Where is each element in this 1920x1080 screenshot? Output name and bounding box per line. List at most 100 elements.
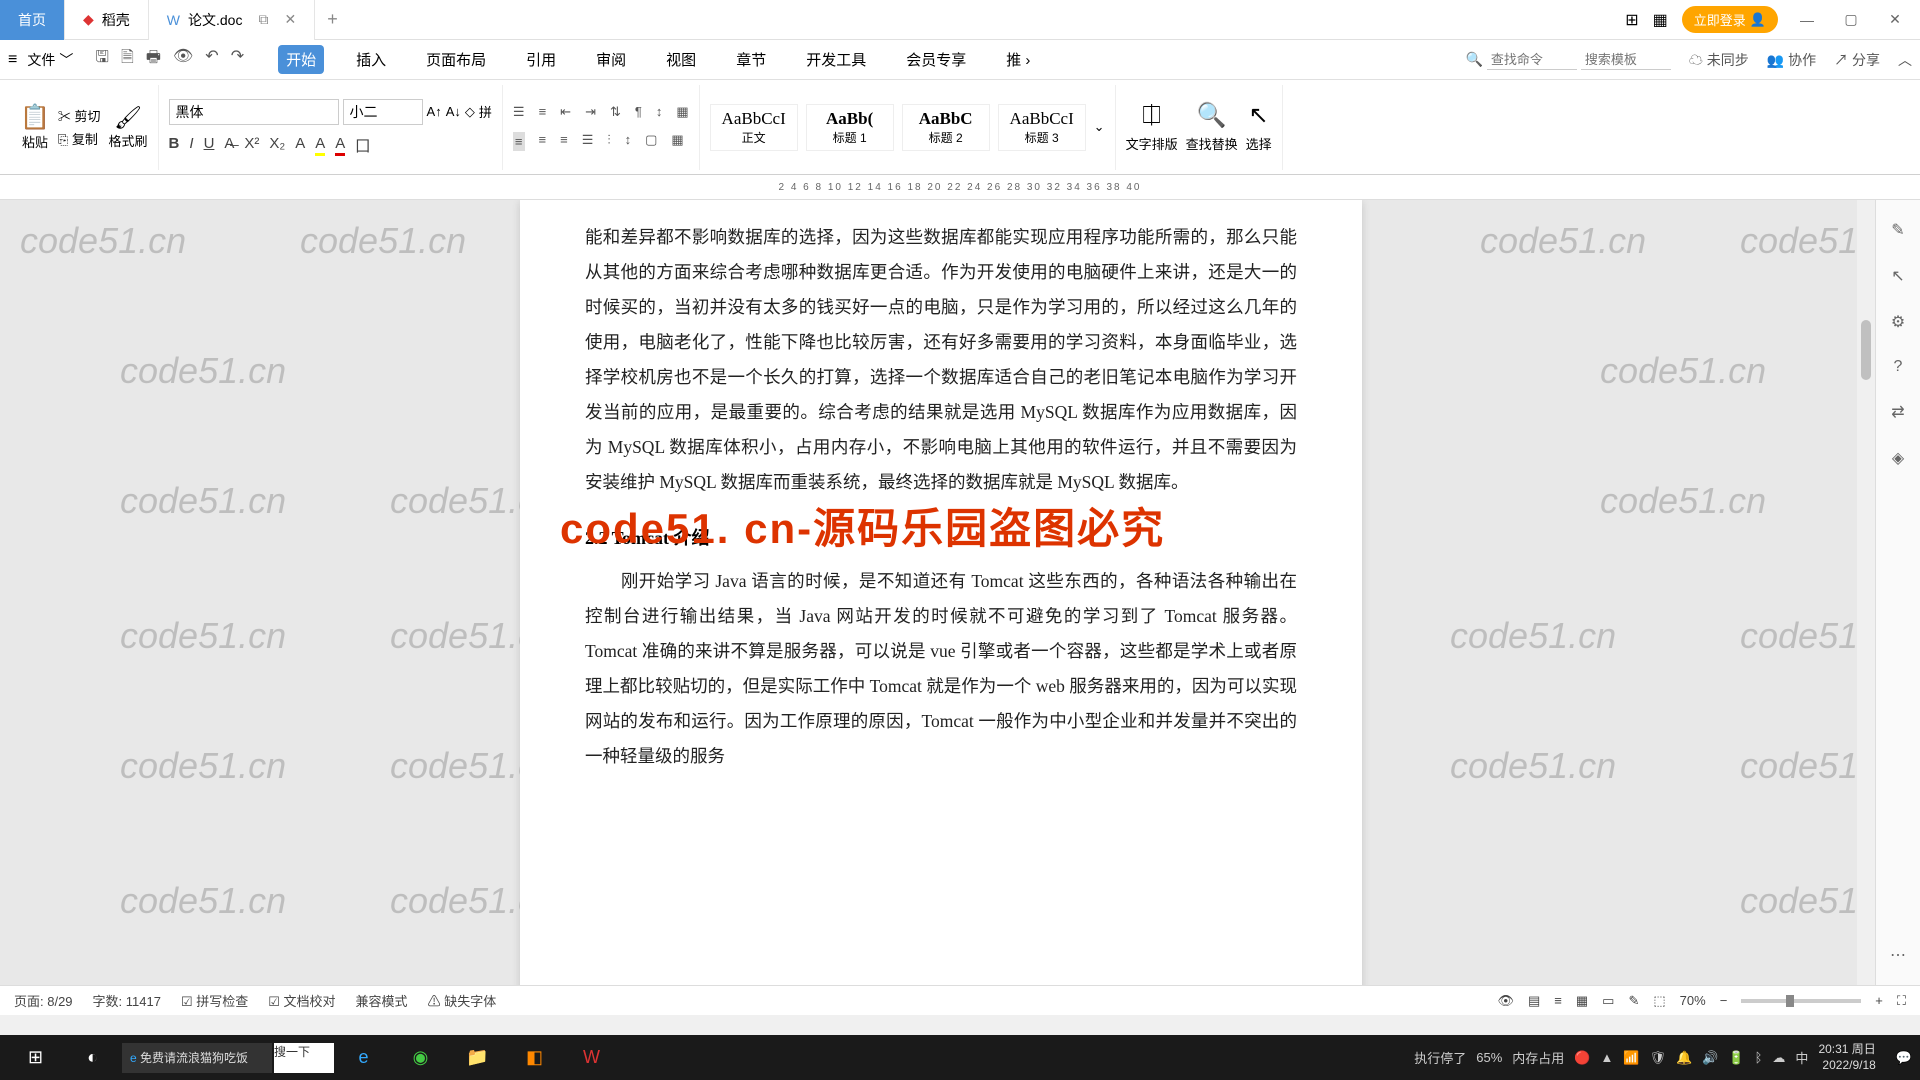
more-dots-icon[interactable]: ⋯ <box>1890 945 1906 965</box>
font-name-select[interactable]: 黑体 <box>169 99 339 125</box>
styles-expand-icon[interactable]: ⌄ <box>1094 119 1105 135</box>
grid-icon[interactable]: ⊞ <box>1625 10 1638 30</box>
zoom-slider[interactable] <box>1741 999 1861 1003</box>
pointer-icon[interactable]: ↖ <box>1891 266 1904 286</box>
fullscreen-icon[interactable]: ⛶ <box>1897 993 1906 1009</box>
indent-icon[interactable]: ⇥ <box>585 104 596 120</box>
wps-icon[interactable]: W <box>564 1035 619 1080</box>
zoom-out[interactable]: − <box>1720 993 1728 1008</box>
cortana-icon[interactable]: ◐ <box>65 1035 120 1080</box>
tray-bluetooth-icon[interactable]: ᛒ <box>1755 1050 1763 1065</box>
menu-tab-more[interactable]: 推 › <box>998 45 1038 74</box>
collapse-ribbon-icon[interactable]: ︿ <box>1898 50 1912 70</box>
style-heading2[interactable]: AaBbC标题 2 <box>902 104 990 151</box>
fit-width-icon[interactable]: ⬚ <box>1653 993 1665 1009</box>
number-list-icon[interactable]: ≡ <box>539 104 547 120</box>
format-painter-button[interactable]: 🖌格式刷 <box>109 105 148 150</box>
close-tab-icon[interactable]: ✕ <box>284 11 296 28</box>
sync-status[interactable]: ☁ 未同步 <box>1689 50 1749 70</box>
file-menu[interactable]: 文件﹀ <box>19 50 81 70</box>
spell-check[interactable]: ☑ 拼写检查 <box>181 991 248 1010</box>
align-left-icon[interactable]: ≡ <box>513 132 525 151</box>
login-button[interactable]: 立即登录 👤 <box>1682 6 1778 33</box>
menu-tab-member[interactable]: 会员专享 <box>898 45 974 74</box>
maximize-button[interactable]: ▢ <box>1836 11 1866 28</box>
superscript-button[interactable]: X² <box>244 135 259 156</box>
menu-tab-start[interactable]: 开始 <box>278 45 324 74</box>
app-icon[interactable]: ◧ <box>507 1035 562 1080</box>
font-size-select[interactable]: 小二 <box>343 99 423 125</box>
bold-button[interactable]: B <box>169 135 180 156</box>
select-button[interactable]: ↖选择 <box>1246 101 1272 153</box>
tray-icon[interactable]: 🔋 <box>1728 1050 1744 1066</box>
zoom-value[interactable]: 70% <box>1680 993 1706 1008</box>
tab-daoke[interactable]: ◆ 稻壳 <box>65 0 149 40</box>
text-layout-button[interactable]: ⎅文字排版 <box>1126 102 1178 153</box>
eye-icon[interactable]: 👁 <box>1497 993 1514 1009</box>
shrink-font-icon[interactable]: A↓ <box>446 104 461 119</box>
style-heading3[interactable]: AaBbCcI标题 3 <box>998 104 1086 151</box>
paragraph[interactable]: 刚开始学习 Java 语言的时候，是不知道还有 Tomcat 这些东西的，各种语… <box>585 564 1297 774</box>
tray-stopped[interactable]: 执行停了 <box>1414 1048 1466 1067</box>
underline-button[interactable]: U <box>204 135 215 156</box>
translate-icon[interactable]: ⇄ <box>1891 402 1904 422</box>
phonetic-icon[interactable]: 拼 <box>479 102 492 121</box>
shading-icon[interactable]: ▢ <box>645 132 657 151</box>
save-icon[interactable]: 🖫 <box>95 46 109 73</box>
align-right-icon[interactable]: ≡ <box>560 132 568 151</box>
tab-add[interactable]: + <box>315 9 350 30</box>
hamburger-icon[interactable]: ≡ <box>8 51 17 69</box>
taskbar-clock[interactable]: 20:31 周日 2022/9/18 <box>1818 1042 1885 1073</box>
para-mark-icon[interactable]: ¶ <box>635 104 642 120</box>
paragraph[interactable]: 能和差异都不影响数据库的选择，因为这些数据库都能实现应用程序功能所需的，那么只能… <box>585 220 1297 500</box>
zoom-in[interactable]: + <box>1875 993 1883 1008</box>
italic-button[interactable]: I <box>189 135 193 156</box>
tray-ime-icon[interactable]: 中 <box>1795 1048 1808 1067</box>
print-icon[interactable]: 🖶 <box>146 46 161 73</box>
start-button[interactable]: ⊞ <box>8 1035 63 1080</box>
tray-icon[interactable]: ☁ <box>1772 1050 1785 1066</box>
borders-icon[interactable]: ▦ <box>671 132 683 151</box>
document-canvas[interactable]: code51.cn code51.cn code51.cn code51.cn … <box>0 200 1920 985</box>
align-center-icon[interactable]: ≡ <box>539 132 547 151</box>
minimize-button[interactable]: — <box>1792 12 1822 28</box>
scroll-thumb[interactable] <box>1861 320 1871 380</box>
doc-proof[interactable]: ☑ 文档校对 <box>268 991 335 1010</box>
page-indicator[interactable]: 页面: 8/29 <box>14 991 73 1010</box>
tab-document[interactable]: W 论文.doc ⧉ ✕ <box>149 0 315 40</box>
style-normal[interactable]: AaBbCcI正文 <box>710 104 798 151</box>
line-spacing-icon[interactable]: ↕ <box>656 104 663 120</box>
taskbar-search[interactable]: 搜一下 <box>274 1043 334 1073</box>
text-effects-button[interactable]: A <box>295 135 305 156</box>
tray-icon[interactable]: 🛡 <box>1650 1050 1667 1066</box>
char-border-button[interactable]: 囗 <box>355 135 370 156</box>
menu-tab-insert[interactable]: 插入 <box>348 45 394 74</box>
bullet-list-icon[interactable]: ☰ <box>513 104 525 120</box>
tray-pct[interactable]: 65% <box>1476 1050 1502 1065</box>
lamp-icon[interactable]: ◈ <box>1892 448 1904 468</box>
tray-icon[interactable]: 📶 <box>1623 1050 1639 1066</box>
apps-icon[interactable]: ▦ <box>1653 10 1668 30</box>
distribute-icon[interactable]: ⫶ <box>607 132 610 151</box>
menu-tab-devtools[interactable]: 开发工具 <box>798 45 874 74</box>
missing-fonts[interactable]: ⚠ 缺失字体 <box>428 991 497 1010</box>
compat-mode[interactable]: 兼容模式 <box>356 991 408 1010</box>
notification-icon[interactable]: 💬 <box>1896 1050 1912 1066</box>
phone-view-icon[interactable]: ▭ <box>1602 993 1614 1009</box>
menu-tab-review[interactable]: 审阅 <box>588 45 634 74</box>
highlight-button[interactable]: A <box>315 135 325 156</box>
tray-icon[interactable]: 🔴 <box>1574 1050 1590 1066</box>
ie-icon[interactable]: e <box>336 1035 391 1080</box>
coop-button[interactable]: 👥 协作 <box>1767 50 1816 70</box>
popout-icon[interactable]: ⧉ <box>258 11 268 28</box>
style-heading1[interactable]: AaBb(标题 1 <box>806 104 894 151</box>
menu-tab-chapter[interactable]: 章节 <box>728 45 774 74</box>
outdent-icon[interactable]: ⇤ <box>560 104 571 120</box>
outline-view-icon[interactable]: ≡ <box>1554 993 1562 1008</box>
tray-icon[interactable]: 🔔 <box>1676 1050 1692 1066</box>
tab-home[interactable]: 首页 <box>0 0 65 40</box>
help-icon[interactable]: ? <box>1894 358 1903 376</box>
sort-icon[interactable]: ⇅ <box>610 104 621 120</box>
cut-button[interactable]: ✂ 剪切 <box>58 106 101 125</box>
share-button[interactable]: ↗ 分享 <box>1834 50 1880 70</box>
